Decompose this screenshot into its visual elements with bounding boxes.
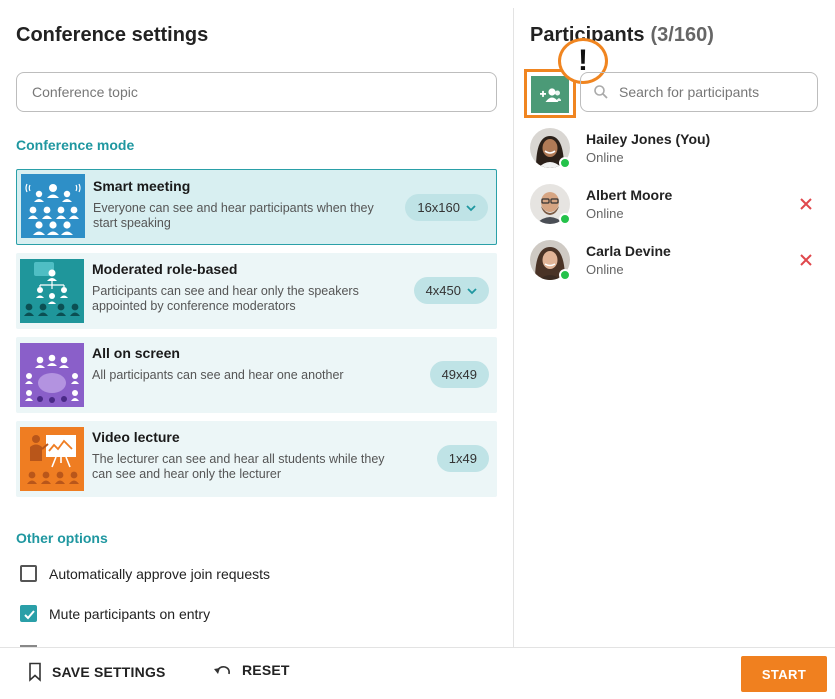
undo-icon <box>214 666 230 675</box>
option-label: Automatically approve join requests <box>49 565 271 582</box>
conference-mode-heading: Conference mode <box>16 137 135 153</box>
reset-button[interactable]: RESET <box>212 662 290 678</box>
page-title: Conference settings <box>16 24 209 46</box>
footer-bar: SAVE SETTINGS RESET START <box>0 647 835 699</box>
mode-video-lecture[interactable]: Video lecture The lecturer can see and h… <box>16 421 497 497</box>
search-participants-input[interactable]: Search for participants <box>580 72 818 112</box>
mode-title: Video lecture <box>92 429 180 445</box>
mode-limit-value: 1x49 <box>448 451 477 466</box>
mode-limit-value: 4x450 <box>425 283 461 298</box>
mode-moderated-role-based[interactable]: Moderated role-based Participants can se… <box>16 253 497 329</box>
participant-status: Online <box>586 262 624 277</box>
checkbox-checked[interactable] <box>20 605 37 622</box>
participant-name: Hailey Jones (You) <box>586 131 711 147</box>
participant-status: Online <box>586 206 624 221</box>
mode-limit-dropdown[interactable]: 4x450 <box>413 277 489 304</box>
chevron-down-icon <box>467 287 477 294</box>
participant-row[interactable]: Albert Moore Online <box>530 184 830 228</box>
mode-limit-value: 49x49 <box>441 367 477 382</box>
add-group-icon <box>531 76 569 113</box>
mode-title: Moderated role-based <box>92 261 238 277</box>
checkmark-icon <box>24 610 35 620</box>
start-button[interactable]: START <box>741 656 827 692</box>
option-mute-on-entry[interactable]: Mute participants on entry <box>20 605 210 622</box>
participants-count: (3/160) <box>650 24 714 46</box>
mode-description: Participants can see and hear only the s… <box>92 284 359 313</box>
checkbox-unchecked[interactable] <box>20 565 37 582</box>
online-status-dot <box>559 157 571 169</box>
smart-meeting-icon <box>21 174 85 238</box>
conference-topic-input[interactable]: Conference topic <box>16 72 497 112</box>
participant-status: Online <box>586 150 624 165</box>
panel-divider <box>513 8 514 647</box>
mode-limit-value: 16x160 <box>417 200 460 215</box>
mode-description: Everyone can see and hear participants w… <box>93 201 374 230</box>
participants-title: Participants (3/160) <box>530 24 714 47</box>
mode-description: The lecturer can see and hear all studen… <box>92 452 385 481</box>
search-placeholder: Search for participants <box>619 84 760 100</box>
mode-title: All on screen <box>92 345 180 361</box>
mode-limit-badge: 49x49 <box>429 361 489 388</box>
video-lecture-icon <box>20 427 84 491</box>
option-label: Mute participants on entry <box>49 605 211 622</box>
conference-settings-panel: Conference settings Conference topic Con… <box>0 0 513 647</box>
chevron-down-icon <box>466 204 476 211</box>
mode-smart-meeting[interactable]: Smart meeting Everyone can see and hear … <box>16 169 497 245</box>
online-status-dot <box>559 269 571 281</box>
mode-description: All participants can see and hear one an… <box>92 368 344 382</box>
participant-name: Carla Devine <box>586 243 671 259</box>
remove-participant-close-icon[interactable] <box>798 196 814 212</box>
all-on-screen-icon <box>20 343 84 407</box>
mode-all-on-screen[interactable]: All on screen All participants can see a… <box>16 337 497 413</box>
participant-name: Albert Moore <box>586 187 673 203</box>
conference-dialog: Conference settings Conference topic Con… <box>0 0 835 699</box>
save-settings-label: SAVE SETTINGS <box>52 664 166 680</box>
participant-row[interactable]: Carla Devine Online <box>530 240 830 284</box>
save-settings-button[interactable]: SAVE SETTINGS <box>28 662 166 682</box>
reset-label: RESET <box>242 662 290 678</box>
moderated-role-based-icon <box>20 259 84 323</box>
mode-limit-dropdown[interactable]: 16x160 <box>405 194 488 221</box>
mode-title: Smart meeting <box>93 178 191 194</box>
bookmark-icon <box>29 662 41 682</box>
search-icon <box>594 85 608 99</box>
participant-row[interactable]: Hailey Jones (You) Online <box>530 128 830 172</box>
remove-participant-close-icon[interactable] <box>798 252 814 268</box>
other-options-heading: Other options <box>16 530 108 546</box>
online-status-dot <box>559 213 571 225</box>
option-auto-approve[interactable]: Automatically approve join requests <box>20 565 270 582</box>
mode-limit-badge: 1x49 <box>436 445 489 472</box>
